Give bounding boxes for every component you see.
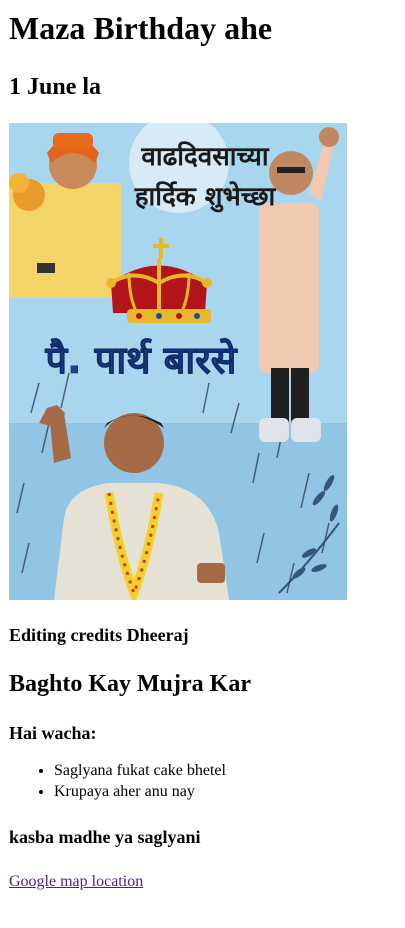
google-map-link[interactable]: Google map location <box>9 872 143 892</box>
subheading: Baghto Kay Mujra Kar <box>9 671 251 697</box>
notes-list: Saglyana fukat cake bhetel Krupaya aher … <box>9 760 396 802</box>
list-item: Saglyana fukat cake bhetel <box>54 760 396 781</box>
editing-credits: Editing credits Dheeraj <box>9 625 189 645</box>
poster-name: पै. पार्थ बारसे <box>45 338 238 382</box>
list-item: Krupaya aher anu nay <box>54 781 396 802</box>
page-title: Maza Birthday ahe <box>9 10 273 46</box>
birthday-date: 1 June la <box>9 74 102 100</box>
poster-heading-line1: वाढदिवसाच्या <box>140 141 270 172</box>
birthday-poster-image: वाढदिवसाच्या हार्दिक शुभेच्छा पै. पार्थ … <box>9 123 347 600</box>
page: Maza Birthday ahe 1 June la वाढदिवसाच्या… <box>0 10 405 892</box>
poster-heading-line2: हार्दिक शुभेच्छा <box>134 181 277 213</box>
invite-label: Hai wacha: <box>9 723 97 743</box>
location-label: kasba madhe ya saglyani <box>9 827 201 847</box>
